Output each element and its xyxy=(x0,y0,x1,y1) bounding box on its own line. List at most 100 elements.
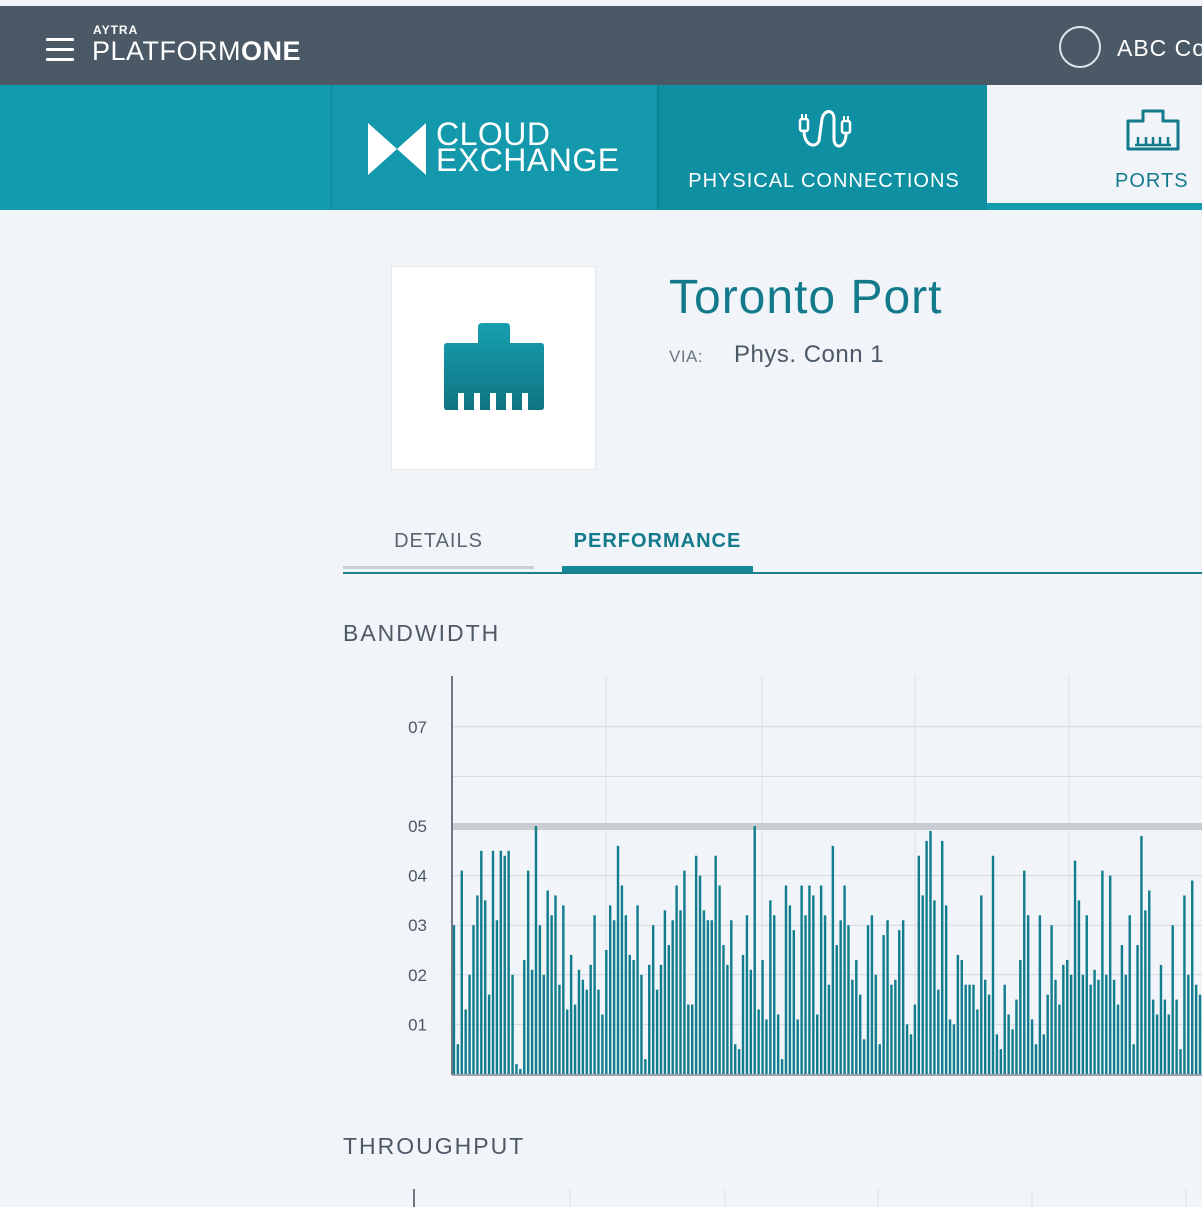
bandwidth-bar xyxy=(546,890,549,1074)
brand-small-text: AYTRA xyxy=(93,23,139,37)
user-name[interactable]: ABC Co xyxy=(1117,35,1202,62)
bandwidth-bar xyxy=(593,915,596,1074)
bandwidth-bar xyxy=(468,974,471,1074)
bandwidth-bar xyxy=(526,870,530,1074)
bandwidth-bar xyxy=(1140,835,1143,1074)
bandwidth-bar xyxy=(1026,915,1030,1074)
menu-icon[interactable] xyxy=(46,38,74,62)
bandwidth-bar xyxy=(1124,974,1128,1074)
bandwidth-bar xyxy=(620,885,624,1074)
bandwidth-bar xyxy=(632,959,635,1074)
bandwidth-bar xyxy=(1120,945,1124,1074)
bandwidth-bar xyxy=(1093,969,1096,1074)
bandwidth-bar xyxy=(749,969,753,1074)
bandwidth-bar xyxy=(1128,915,1131,1074)
bandwidth-bar xyxy=(683,870,686,1074)
bandwidth-bar xyxy=(566,1009,569,1074)
bandwidth-bar xyxy=(995,1034,999,1074)
bandwidth-bar xyxy=(1081,974,1085,1074)
bandwidth-bar xyxy=(898,930,901,1074)
ports-label: PORTS xyxy=(1115,170,1189,192)
bandwidth-bar xyxy=(530,969,534,1074)
physical-connections-label: PHYSICAL CONNECTIONS xyxy=(688,170,960,192)
bandwidth-bar xyxy=(999,1049,1003,1074)
bandwidth-bar xyxy=(585,989,588,1074)
bandwidth-chart: 07 05 04 03 02 01 xyxy=(408,676,1202,1076)
bandwidth-heading: BANDWIDTH xyxy=(343,620,501,646)
bandwidth-bar xyxy=(1175,999,1178,1074)
nav-physical-connections[interactable]: PHYSICAL CONNECTIONS xyxy=(657,85,987,210)
throughput-chart xyxy=(413,1189,1187,1207)
via-link[interactable]: Phys. Conn 1 xyxy=(734,341,884,369)
bandwidth-bar xyxy=(1050,925,1053,1074)
bandwidth-bar xyxy=(819,885,823,1074)
bandwidth-bar xyxy=(1089,984,1092,1074)
bandwidth-bar xyxy=(960,959,963,1074)
bandwidth-bar xyxy=(702,910,706,1074)
bandwidth-bar xyxy=(1023,870,1026,1074)
tab-performance[interactable]: PERFORMANCE xyxy=(562,530,753,553)
bandwidth-bar xyxy=(831,845,835,1074)
bandwidth-bar xyxy=(601,1014,604,1074)
bandwidth-bar xyxy=(597,989,600,1074)
top-bar: AYTRA PLATFORMONE ABC Co xyxy=(0,6,1202,85)
page: AYTRA PLATFORMONE ABC Co CLOUD EXCHANGE xyxy=(0,0,1202,1207)
bandwidth-bar xyxy=(577,969,581,1074)
bandwidth-bar xyxy=(808,885,811,1074)
nav-cloud-exchange[interactable]: CLOUD EXCHANGE xyxy=(330,85,657,210)
via-label: VIA: xyxy=(669,347,704,366)
bandwidth-bar xyxy=(698,875,702,1074)
bandwidth-bar xyxy=(1132,1044,1135,1074)
user-avatar[interactable] xyxy=(1059,26,1101,68)
bandwidth-bar xyxy=(1058,1004,1061,1074)
bandwidth-bar xyxy=(483,900,487,1074)
bandwidth-bar xyxy=(499,850,503,1074)
bandwidth-bar xyxy=(917,855,921,1074)
bandwidth-bar xyxy=(730,920,733,1074)
bandwidth-bar xyxy=(519,1069,522,1074)
threshold-line xyxy=(452,823,1202,830)
brand-bold-text: ONE xyxy=(241,36,302,66)
bandwidth-bar xyxy=(554,895,557,1074)
bandwidth-bar xyxy=(718,885,721,1074)
bandwidth-bar xyxy=(792,930,796,1074)
port-icon xyxy=(1126,109,1180,151)
tab-details[interactable]: DETAILS xyxy=(343,530,534,553)
bandwidth-bar xyxy=(464,1009,467,1074)
bandwidth-bar xyxy=(773,915,776,1074)
bandwidth-bar xyxy=(866,925,870,1074)
bandwidth-bar xyxy=(722,945,725,1074)
bandwidth-bar xyxy=(515,1064,518,1074)
nav-ports[interactable]: PORTS xyxy=(987,85,1202,210)
bandwidth-bar xyxy=(1148,890,1151,1074)
bandwidth-bar xyxy=(933,900,936,1074)
cloud-exchange-logo-icon xyxy=(368,123,426,175)
bandwidth-bar xyxy=(812,895,815,1074)
bandwidth-bar xyxy=(1003,984,1006,1074)
bandwidth-bar xyxy=(534,826,538,1074)
bandwidth-bar xyxy=(581,979,585,1074)
bandwidth-bar xyxy=(472,925,475,1074)
bandwidth-bar xyxy=(816,1014,819,1074)
bandwidth-bar xyxy=(1151,999,1155,1074)
bandwidth-bar xyxy=(882,935,885,1074)
bandwidth-bar xyxy=(1077,900,1081,1074)
bandwidth-bar xyxy=(780,1059,784,1074)
bandwidth-bar xyxy=(1194,984,1198,1074)
bandwidth-bar xyxy=(1030,1019,1034,1074)
bandwidth-bar xyxy=(628,954,631,1074)
bandwidth-bar xyxy=(691,1004,694,1074)
bandwidth-bar xyxy=(890,984,893,1074)
bandwidth-bar xyxy=(507,850,510,1074)
bandwidth-bar xyxy=(1163,999,1167,1074)
bandwidth-bar xyxy=(710,920,713,1074)
bandwidth-bar xyxy=(503,855,506,1074)
y-tick-label: 02 xyxy=(408,966,427,985)
bandwidth-bar xyxy=(655,989,659,1074)
port-image-card xyxy=(391,266,596,470)
bandwidth-bar xyxy=(1069,974,1073,1074)
brand-light-text: PLATFORM xyxy=(92,36,242,66)
bandwidth-bar xyxy=(905,1024,909,1074)
bandwidth-bar xyxy=(1116,1004,1120,1074)
platform-logo[interactable]: PLATFORMONE xyxy=(92,36,301,67)
